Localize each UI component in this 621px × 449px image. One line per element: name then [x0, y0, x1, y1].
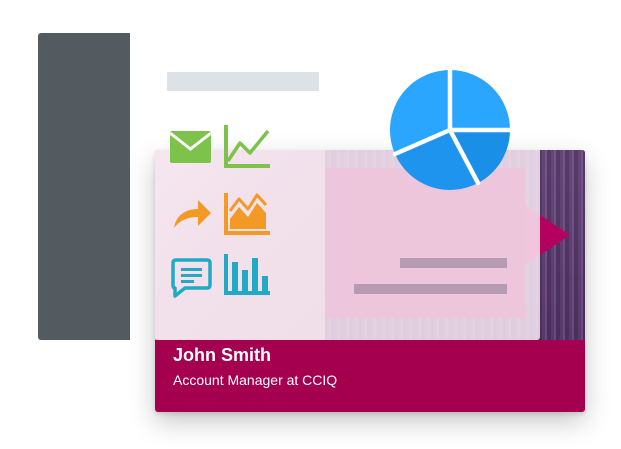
- bar-chart-icon[interactable]: [224, 254, 270, 295]
- pie-chart-icon[interactable]: [390, 70, 510, 190]
- text-placeholder-bar: [354, 284, 507, 294]
- mail-icon[interactable]: [170, 131, 211, 163]
- area-chart-icon[interactable]: [224, 193, 270, 235]
- profile-role: Account Manager at CCIQ: [173, 372, 338, 388]
- app-sidebar: [38, 33, 130, 340]
- text-placeholder-bar: [400, 258, 507, 268]
- share-arrow-icon[interactable]: [172, 198, 212, 230]
- line-chart-icon[interactable]: [224, 125, 270, 168]
- chat-icon[interactable]: [171, 258, 212, 298]
- profile-name: John Smith: [173, 345, 271, 365]
- title-placeholder-bar: [167, 72, 319, 91]
